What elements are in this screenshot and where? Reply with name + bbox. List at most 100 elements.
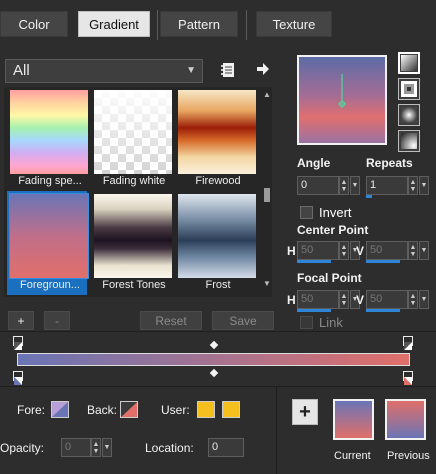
focal-h-label: H	[287, 293, 296, 307]
center-h-label: H	[287, 244, 296, 258]
user-swatch-2[interactable]	[222, 401, 240, 418]
gradient-swatch	[178, 90, 256, 174]
angle-label: Angle	[297, 156, 331, 170]
stop-marker-icon	[404, 377, 412, 385]
tab-pattern[interactable]: Pattern	[160, 11, 238, 37]
tab-gradient[interactable]: Gradient	[78, 11, 150, 37]
gradient-preview[interactable]	[297, 55, 387, 145]
previous-label: Previous	[387, 450, 430, 462]
transparency-midpoint[interactable]	[209, 340, 219, 350]
linear-gradient-icon	[401, 55, 417, 71]
gallery-item-label: Fading white	[102, 175, 166, 187]
save-button[interactable]: Save	[212, 311, 274, 330]
fore-swatch[interactable]	[51, 401, 69, 418]
stop-marker-icon	[404, 342, 412, 350]
color-stop-left[interactable]	[13, 371, 23, 385]
tab-separator	[157, 10, 158, 40]
center-point-label: Center Point	[297, 223, 369, 237]
gradient-swatch	[9, 193, 89, 279]
scroll-down-icon[interactable]: ▼	[262, 279, 272, 288]
focal-h-slider[interactable]	[297, 309, 331, 312]
center-v-spinner[interactable]: ▲ ▼	[408, 241, 418, 260]
center-h-slider[interactable]	[297, 260, 331, 263]
sunburst-gradient-button[interactable]	[398, 104, 420, 126]
gallery-item-fading-spectrum[interactable]: Fading spe...	[7, 87, 88, 191]
user-label: User:	[161, 403, 190, 417]
radial-gradient-button[interactable]	[398, 130, 420, 152]
gradient-swatch	[94, 90, 172, 174]
center-v-label: V	[356, 244, 365, 258]
transparency-stop-left[interactable]	[13, 336, 23, 350]
tab-color[interactable]: Color	[0, 11, 68, 37]
chevron-down-icon[interactable]: ▼	[102, 438, 112, 457]
rectangular-gradient-button[interactable]	[398, 78, 420, 100]
radial-gradient-icon	[401, 133, 417, 149]
gallery-item-label: Frost	[205, 279, 231, 291]
reset-button[interactable]: Reset	[140, 311, 202, 330]
notebook-icon[interactable]	[220, 62, 236, 78]
gallery-item-forest-tones[interactable]: Forest Tones	[91, 191, 172, 295]
color-stop-right[interactable]	[403, 371, 413, 385]
chevron-down-icon[interactable]: ▼	[419, 176, 429, 195]
previous-gradient-swatch[interactable]	[385, 399, 426, 440]
focal-v-slider[interactable]	[366, 309, 400, 312]
gallery-item-firewood[interactable]: Firewood	[175, 87, 256, 191]
opacity-input[interactable]: 0	[61, 438, 91, 457]
add-gradient-button[interactable]: +	[8, 311, 34, 330]
invert-checkbox[interactable]	[300, 206, 313, 219]
divider	[0, 331, 436, 332]
color-midpoint[interactable]	[209, 368, 219, 378]
center-h-input[interactable]: 50	[297, 241, 339, 260]
gallery-item-foreground[interactable]: Foregroun...	[7, 191, 89, 295]
repeats-input[interactable]: 1	[366, 176, 408, 195]
stop-marker-icon	[14, 377, 22, 385]
gradient-editor-bar[interactable]	[17, 353, 410, 366]
add-to-swatches-button[interactable]: +	[292, 399, 318, 425]
current-label: Current	[334, 450, 371, 462]
repeats-spinner[interactable]: ▲ ▼	[408, 176, 418, 195]
back-label: Back:	[87, 403, 118, 417]
center-v-input[interactable]: 50	[366, 241, 408, 260]
tab-separator	[246, 10, 247, 40]
fore-label: Fore:	[17, 403, 46, 417]
gradient-swatch	[178, 194, 256, 278]
focal-v-input[interactable]: 50	[366, 290, 408, 309]
focal-h-spinner[interactable]: ▲ ▼	[339, 290, 349, 309]
center-h-spinner[interactable]: ▲ ▼	[339, 241, 349, 260]
stop-marker-icon	[14, 342, 22, 350]
arrow-right-icon[interactable]	[255, 61, 271, 77]
category-select-value: All	[13, 62, 30, 79]
chevron-down-icon[interactable]: ▼	[350, 176, 360, 195]
back-swatch[interactable]	[120, 401, 138, 418]
remove-gradient-button[interactable]: -	[44, 311, 70, 330]
gallery-item-label: Foregroun...	[20, 279, 80, 291]
gallery-item-fading-white[interactable]: Fading white	[91, 87, 172, 191]
location-input[interactable]: 0	[208, 438, 244, 457]
location-label: Location:	[145, 441, 194, 455]
user-swatch-1[interactable]	[197, 401, 215, 418]
angle-input[interactable]: 0	[297, 176, 339, 195]
linear-gradient-button[interactable]	[398, 52, 420, 74]
divider	[0, 386, 436, 387]
scroll-up-icon[interactable]: ▲	[262, 90, 272, 99]
opacity-spinner[interactable]: ▲ ▼	[91, 438, 101, 457]
angle-handle-icon[interactable]	[299, 57, 385, 143]
gallery-item-frost[interactable]: Frost	[175, 191, 256, 295]
focal-h-input[interactable]: 50	[297, 290, 339, 309]
sunburst-gradient-icon	[401, 107, 417, 123]
category-select[interactable]: All ▼	[5, 59, 203, 83]
center-v-slider[interactable]	[366, 260, 400, 263]
chevron-down-icon[interactable]: ▼	[419, 241, 429, 260]
gallery-scrollbar[interactable]: ▲ ▼	[262, 90, 272, 290]
repeats-slider[interactable]	[366, 195, 372, 198]
plus-icon: +	[299, 400, 311, 423]
transparency-stop-right[interactable]	[403, 336, 413, 350]
rectangular-gradient-icon	[401, 81, 417, 97]
link-checkbox[interactable]	[300, 316, 313, 329]
scrollbar-thumb[interactable]	[264, 188, 270, 202]
angle-spinner[interactable]: ▲ ▼	[339, 176, 349, 195]
current-gradient-swatch[interactable]	[333, 399, 374, 440]
focal-v-spinner[interactable]: ▲ ▼	[408, 290, 418, 309]
chevron-down-icon[interactable]: ▼	[419, 290, 429, 309]
tab-texture[interactable]: Texture	[256, 11, 332, 37]
